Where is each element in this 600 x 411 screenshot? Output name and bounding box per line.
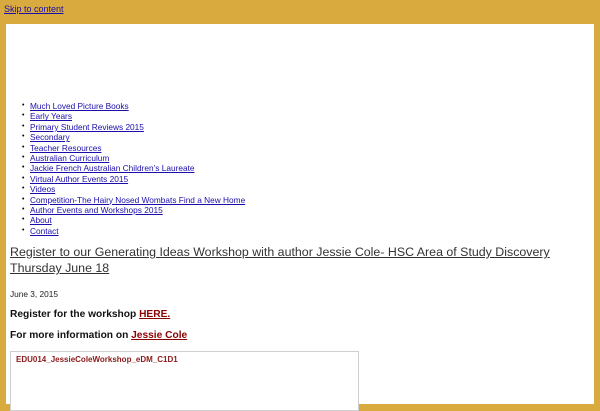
nav-link-jackie-french-laureate[interactable]: Jackie French Australian Children’s Laur…: [30, 163, 195, 173]
nav-link-early-years[interactable]: Early Years: [30, 111, 72, 121]
nav-item-teacher-resources: Teacher Resources: [22, 143, 245, 154]
nav-link-much-loved-picture-books[interactable]: Much Loved Picture Books: [30, 101, 129, 111]
embedded-document-title: EDU014_JessieColeWorkshop_eDM_C1D1: [16, 355, 178, 364]
nav-link-secondary[interactable]: Secondary: [30, 132, 70, 142]
nav-link-about[interactable]: About: [30, 215, 52, 225]
nav-item-australian-curriculum: Australian Curriculum: [22, 153, 245, 164]
nav-item-contact: Contact: [22, 226, 245, 237]
nav-link-teacher-resources[interactable]: Teacher Resources: [30, 143, 101, 153]
register-paragraph: Register for the workshop HERE.: [10, 309, 170, 320]
nav-link-contact[interactable]: Contact: [30, 226, 59, 236]
nav-link-videos[interactable]: Videos: [30, 184, 55, 194]
nav-item-primary-student-reviews: Primary Student Reviews 2015: [22, 122, 245, 133]
register-text: Register for the workshop: [10, 309, 140, 320]
nav-link-virtual-author-events[interactable]: Virtual Author Events 2015: [30, 174, 128, 184]
nav-item-early-years: Early Years: [22, 111, 245, 122]
register-here-link[interactable]: HERE.: [139, 309, 170, 320]
nav-item-videos: Videos: [22, 184, 245, 195]
skip-to-content-link[interactable]: Skip to content: [4, 4, 64, 14]
nav-item-competition: Competition-The Hairy Nosed Wombats Find…: [22, 195, 245, 206]
more-info-text: For more information on: [10, 330, 132, 341]
nav-item-secondary: Secondary: [22, 132, 245, 143]
nav-link-australian-curriculum[interactable]: Australian Curriculum: [30, 153, 109, 163]
nav-item-about: About: [22, 215, 245, 226]
nav-item-virtual-author-events: Virtual Author Events 2015: [22, 174, 245, 185]
nav-link-primary-student-reviews[interactable]: Primary Student Reviews 2015: [30, 122, 144, 132]
nav-link-author-events-workshops[interactable]: Author Events and Workshops 2015: [30, 205, 163, 215]
embedded-document-frame[interactable]: EDU014_JessieColeWorkshop_eDM_C1D1: [10, 351, 359, 411]
nav-item-jackie-french-laureate: Jackie French Australian Children’s Laur…: [22, 163, 245, 174]
more-info-paragraph: For more information on Jessie Cole: [10, 330, 187, 341]
jessie-cole-link[interactable]: Jessie Cole: [131, 330, 187, 341]
nav-item-much-loved-picture-books: Much Loved Picture Books: [22, 101, 245, 112]
post-title-link[interactable]: Register to our Generating Ideas Worksho…: [10, 244, 576, 276]
main-navigation: Much Loved Picture Books Early Years Pri…: [22, 101, 245, 237]
nav-link-competition[interactable]: Competition-The Hairy Nosed Wombats Find…: [30, 195, 245, 205]
post-date: June 3, 2015: [10, 289, 58, 299]
nav-item-author-events-workshops: Author Events and Workshops 2015: [22, 205, 245, 216]
